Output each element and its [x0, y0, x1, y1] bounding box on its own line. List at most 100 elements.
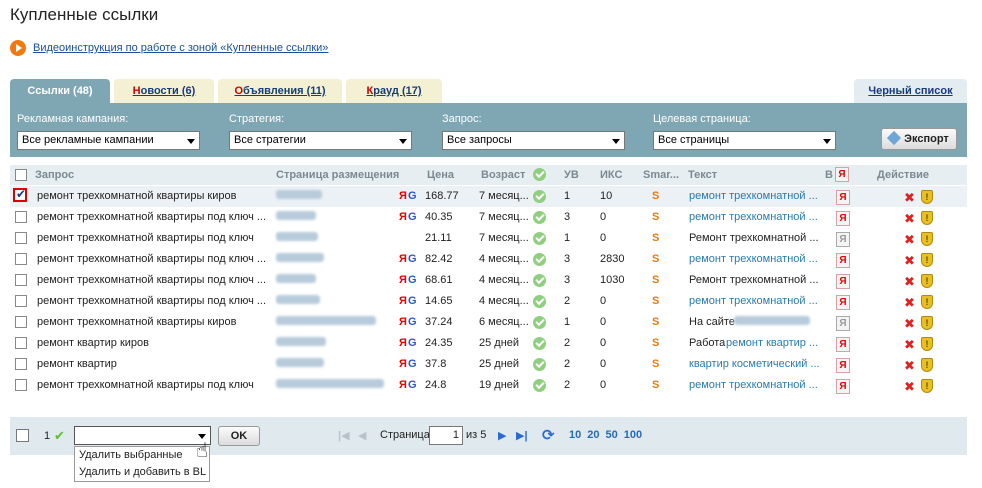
prev-page-icon[interactable]: ◀	[358, 429, 366, 442]
row-text[interactable]: ремонт трехкомнатной ...	[689, 379, 818, 391]
shield-icon[interactable]: !	[921, 358, 933, 372]
col-in-index[interactable]: В	[825, 169, 833, 181]
yandex-check-icon[interactable]: Я	[836, 337, 850, 352]
row-checkbox[interactable]	[15, 211, 27, 223]
row-text[interactable]: ремонт трехкомнатной ...	[689, 295, 818, 307]
col-price[interactable]: Цена	[427, 169, 454, 181]
video-instruction-link[interactable]: Видеоинструкция по работе с зоной «Купле…	[33, 42, 328, 54]
dropdown-option-delete[interactable]: Удалить выбранные	[75, 447, 209, 464]
delete-icon[interactable]: ✖	[904, 379, 915, 395]
shield-icon[interactable]: !	[921, 253, 933, 267]
delete-icon[interactable]: ✖	[904, 190, 915, 206]
col-page[interactable]: Страница размещения	[276, 169, 399, 181]
yandex-check-icon[interactable]: Я	[836, 295, 850, 310]
query-select[interactable]: Все запросы	[442, 131, 625, 150]
next-page-icon[interactable]: ▶	[498, 429, 506, 442]
refresh-icon[interactable]: ⟳	[542, 426, 555, 444]
select-all-checkbox[interactable]	[15, 169, 27, 181]
table-row[interactable]: ремонт трехкомнатной квартиры киров Я G 37.…	[10, 312, 967, 333]
row-page-url[interactable]	[276, 358, 324, 367]
row-page-url[interactable]	[276, 190, 322, 199]
col-uv[interactable]: УВ	[564, 169, 579, 181]
yandex-check-icon[interactable]: Я	[836, 253, 850, 268]
page-size-50[interactable]: 50	[606, 429, 618, 441]
campaign-select[interactable]: Все рекламные кампании	[17, 131, 200, 150]
row-text[interactable]: ремонт трехкомнатной ...	[689, 211, 818, 223]
col-query[interactable]: Запрос	[35, 169, 74, 181]
row-checkbox[interactable]	[15, 316, 27, 328]
col-smart[interactable]: Smar...	[643, 169, 679, 181]
shield-icon[interactable]: !	[921, 211, 933, 225]
strategy-select[interactable]: Все стратегии	[229, 131, 412, 150]
ok-button[interactable]: OK	[218, 426, 260, 446]
page-size-20[interactable]: 20	[587, 429, 599, 441]
row-page-url[interactable]	[276, 232, 318, 241]
col-text[interactable]: Текст	[688, 169, 717, 181]
tab-ads[interactable]: Объявления (11)	[218, 79, 342, 103]
yandex-check-icon[interactable]: Я	[836, 274, 850, 289]
row-text[interactable]: ремонт трехкомнатной ...	[689, 190, 818, 202]
row-checkbox[interactable]	[15, 379, 27, 391]
table-row[interactable]: ремонт трехкомнатной квартиры под ключ .…	[10, 249, 967, 270]
table-row[interactable]: ремонт квартир Я G 37.8 25 дней 2 0 Sквартир ко…	[10, 354, 967, 375]
table-row[interactable]: ремонт трехкомнатной квартиры под ключ 21…	[10, 228, 967, 249]
col-age[interactable]: Возраст	[481, 169, 525, 181]
shield-icon[interactable]: !	[921, 190, 933, 204]
row-text[interactable]: ремонт квартир ...	[726, 337, 818, 349]
dropdown-option-delete-bl[interactable]: Удалить и добавить в BL	[75, 464, 209, 481]
table-row[interactable]: ремонт трехкомнатной квартиры под ключ .…	[10, 270, 967, 291]
yandex-check-icon[interactable]: Я	[836, 211, 850, 226]
export-button[interactable]: Экспорт	[881, 128, 957, 150]
yandex-check-icon[interactable]: Я	[836, 316, 850, 331]
delete-icon[interactable]: ✖	[904, 253, 915, 269]
table-row[interactable]: ремонт трехкомнатной квартиры под ключ .…	[10, 291, 967, 312]
yandex-check-icon[interactable]: Я	[836, 379, 850, 394]
tab-blacklist[interactable]: Черный список	[854, 79, 967, 103]
row-text[interactable]: квартир косметический ...	[689, 358, 820, 370]
play-icon[interactable]	[10, 40, 26, 56]
bulk-action-select[interactable]	[74, 426, 211, 445]
footer-select-all-checkbox[interactable]	[16, 429, 29, 442]
page-input[interactable]: 1	[429, 426, 463, 445]
shield-icon[interactable]: !	[921, 274, 933, 288]
page-size-100[interactable]: 100	[624, 429, 642, 441]
yandex-check-icon[interactable]: Я	[836, 358, 850, 373]
tab-crowd[interactable]: Крауд (17)	[346, 79, 442, 103]
last-page-icon[interactable]: ▶|	[516, 429, 528, 442]
row-page-url[interactable]	[276, 379, 384, 388]
shield-icon[interactable]: !	[921, 316, 933, 330]
table-row[interactable]: ремонт квартир киров Я G 24.35 25 дней 2 0 S Раб…	[10, 333, 967, 354]
tab-news[interactable]: Новости (6)	[114, 79, 214, 103]
row-checkbox[interactable]	[15, 358, 27, 370]
row-checkbox[interactable]	[15, 253, 27, 265]
row-checkbox[interactable]	[15, 337, 27, 349]
row-page-url[interactable]	[276, 274, 316, 283]
row-page-url[interactable]	[276, 253, 324, 262]
shield-icon[interactable]: !	[921, 379, 933, 393]
table-row[interactable]: ремонт трехкомнатной квартиры под ключ Я G…	[10, 375, 967, 396]
delete-icon[interactable]: ✖	[904, 232, 915, 248]
delete-icon[interactable]: ✖	[904, 358, 915, 374]
yandex-check-icon[interactable]: Я	[836, 232, 850, 247]
tab-links[interactable]: Ссылки (48)	[10, 79, 110, 103]
shield-icon[interactable]: !	[921, 337, 933, 351]
page-size-10[interactable]: 10	[569, 429, 581, 441]
delete-icon[interactable]: ✖	[904, 295, 915, 311]
row-page-url[interactable]	[276, 295, 320, 304]
row-page-url[interactable]	[276, 316, 376, 325]
delete-icon[interactable]: ✖	[904, 211, 915, 227]
delete-icon[interactable]: ✖	[904, 316, 915, 332]
row-text[interactable]: ремонт трехкомнатной ...	[689, 253, 818, 265]
first-page-icon[interactable]: |◀	[338, 429, 350, 442]
yandex-check-icon[interactable]: Я	[836, 190, 850, 205]
shield-icon[interactable]: !	[921, 232, 933, 246]
row-checkbox[interactable]	[15, 232, 27, 244]
row-page-url[interactable]	[276, 211, 316, 220]
shield-icon[interactable]: !	[921, 295, 933, 309]
target-page-select[interactable]: Все страницы	[653, 131, 836, 150]
col-iks[interactable]: ИКС	[600, 169, 622, 181]
delete-icon[interactable]: ✖	[904, 337, 915, 353]
delete-icon[interactable]: ✖	[904, 274, 915, 290]
row-page-url[interactable]	[276, 337, 326, 346]
table-row[interactable]: ремонт трехкомнатной квартиры кировЯG168…	[10, 186, 967, 207]
